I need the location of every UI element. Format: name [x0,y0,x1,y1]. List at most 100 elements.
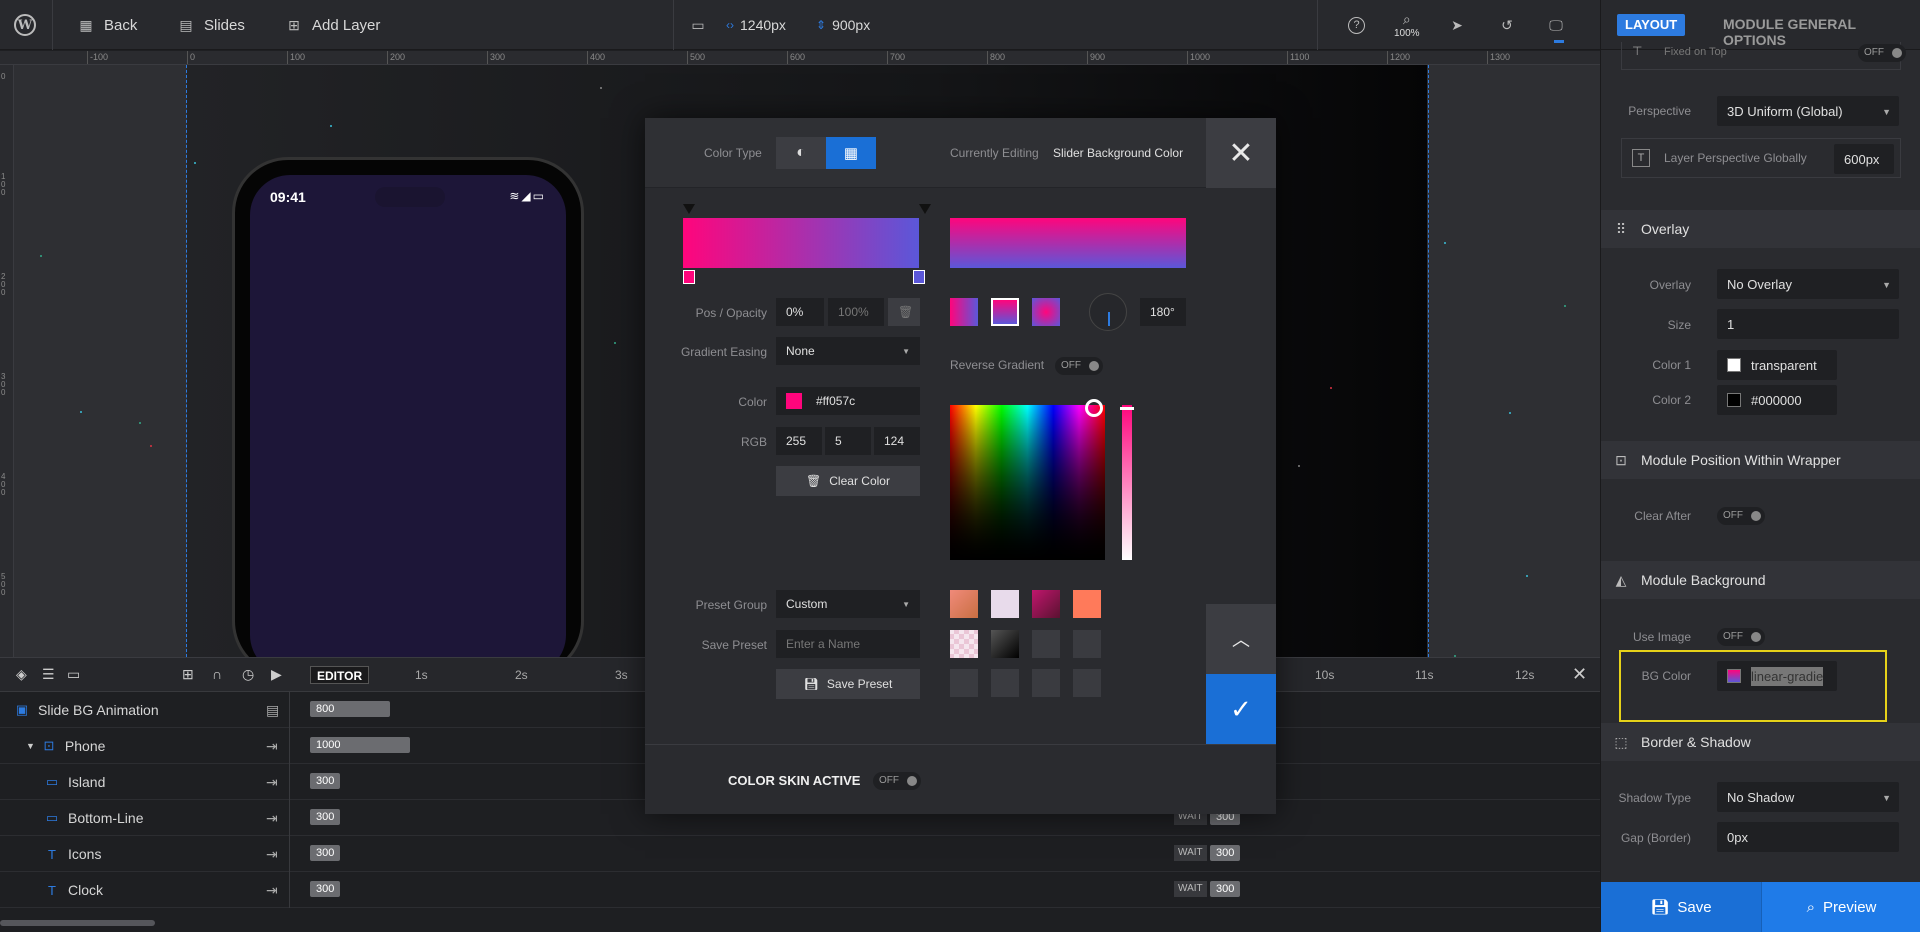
timeline-end-bar[interactable]: 300 [1210,881,1240,897]
device-desktop-button[interactable]: ▭ [690,0,706,50]
canvas-height-field[interactable]: ⇕ 900px [816,0,870,50]
save-button[interactable]: 💾︎ Save [1601,882,1761,932]
gradient-stop-top-right[interactable] [919,204,931,214]
timeline-bar[interactable]: 300 [310,845,340,861]
border-section-header[interactable]: ⬚ Border & Shadow [1601,723,1920,761]
list-icon[interactable]: ☰ [42,666,55,683]
zoom-button[interactable]: ⌕ 100% [1394,0,1420,50]
angle-input[interactable]: 180° [1140,298,1186,326]
timer-icon[interactable]: ◷ [242,666,254,683]
preset-swatch-empty[interactable] [950,669,978,697]
overlay-select[interactable]: No Overlay ▼ [1717,269,1899,299]
preset-swatch-empty[interactable] [1032,669,1060,697]
image-type-icon: ▤ [266,701,280,718]
color-spectrum[interactable] [950,399,1105,560]
color1-field[interactable]: transparent [1717,350,1837,380]
add-layer-button[interactable]: ⊞ Add Layer [286,0,380,50]
gradient-stop-top-left[interactable] [683,204,695,214]
color2-field[interactable]: #000000 [1717,385,1837,415]
gradient-direction-vertical[interactable] [991,298,1019,326]
red-input[interactable]: 255 [776,427,822,455]
preset-swatch[interactable] [1032,590,1060,618]
timeline-bar[interactable]: 300 [310,809,340,825]
color-skin-toggle[interactable]: OFF [873,772,921,790]
size-input[interactable]: 1 [1717,309,1899,339]
timeline-bar[interactable]: 1000 [310,737,410,753]
clear-after-toggle[interactable]: OFF [1717,507,1765,525]
preset-swatch[interactable] [991,630,1019,658]
select-tool-button[interactable]: ➤ [1449,0,1465,50]
play-icon[interactable]: ▶ [271,666,282,683]
gradient-stop-start[interactable] [683,270,695,284]
expand-button[interactable]: ︿ [1206,604,1276,674]
preset-swatch[interactable] [1073,590,1101,618]
magnet-icon[interactable]: ∩ [212,666,222,682]
preset-name-input[interactable]: Enter a Name [776,630,920,658]
preset-swatch[interactable] [950,590,978,618]
opacity-slider[interactable] [1120,405,1134,560]
slides-button[interactable]: ▤ Slides [178,0,244,50]
bg-color-field[interactable]: linear-gradie [1717,661,1837,691]
save-preset-button[interactable]: 💾︎ Save Preset [776,669,920,699]
gradient-color-tab[interactable]: ▦ [826,137,876,169]
grid-snap-icon[interactable]: ⊞ [182,666,194,683]
close-button[interactable]: ✕ [1206,118,1276,188]
solid-color-tab[interactable]: ◐ [776,137,826,169]
timeline-row[interactable]: T Clock ⇥ 300 WAIT 300 [0,872,1600,908]
layer-arrow-icon: ⇥ [266,737,278,754]
hex-color-input[interactable]: #ff057c [776,387,920,415]
undo-button[interactable]: ↺ [1499,0,1515,50]
timeline-end-bar[interactable]: 300 [1210,845,1240,861]
background-section-header[interactable]: ◭ Module Background [1601,561,1920,599]
preset-swatch[interactable] [950,630,978,658]
timeline-row[interactable]: T Icons ⇥ 300 WAIT 300 [0,836,1600,872]
clear-color-button[interactable]: 🗑︎ Clear Color [776,466,920,496]
preset-swatch-empty[interactable] [991,669,1019,697]
preset-swatch-empty[interactable] [1073,630,1101,658]
position-input[interactable]: 0% [776,298,824,326]
gap-input[interactable]: 0px [1717,822,1899,852]
reverse-gradient-toggle[interactable]: OFF [1055,357,1103,375]
canvas-width-field[interactable]: ‹› 1240px [726,0,786,50]
overlay-section-header[interactable]: ⠿ Overlay [1601,210,1920,248]
preset-swatch-empty[interactable] [1032,630,1060,658]
shadow-type-select[interactable]: No Shadow ▼ [1717,782,1899,812]
gradient-easing-select[interactable]: None ▼ [776,337,920,365]
fixed-on-top-toggle[interactable]: OFF [1858,44,1906,62]
position-section-header[interactable]: ⊡ Module Position Within Wrapper [1601,441,1920,479]
timeline-close-icon[interactable]: ✕ [1572,664,1587,685]
help-button[interactable]: ? [1348,0,1365,50]
apply-button[interactable]: ✓ [1206,674,1276,744]
layout-tab[interactable]: LAYOUT [1617,14,1686,36]
opacity-handle[interactable] [1120,407,1134,410]
use-image-toggle[interactable]: OFF [1717,628,1765,646]
timeline-bar[interactable]: 300 [310,881,340,897]
green-input[interactable]: 5 [825,427,871,455]
gradient-direction-radial[interactable] [1032,298,1060,326]
folder-icon[interactable]: ▭ [67,666,80,683]
perspective-select[interactable]: 3D Uniform (Global) ▼ [1717,96,1899,126]
ruler-tick-label: 800 [987,51,1005,64]
preset-group-select[interactable]: Custom ▼ [776,590,920,618]
horizontal-scrollbar[interactable] [0,920,155,926]
phone-layer[interactable]: 09:41 ≋◢▭ [232,157,584,657]
preset-swatch-empty[interactable] [1073,669,1101,697]
preset-swatch[interactable] [991,590,1019,618]
gradient-direction-horizontal[interactable] [950,298,978,326]
layers-icon[interactable]: ◈ [16,666,27,683]
opacity-input[interactable]: 100% [828,298,884,326]
back-button[interactable]: ▦ Back [78,0,137,50]
gradient-stop-end[interactable] [913,270,925,284]
spectrum-handle[interactable] [1085,399,1103,417]
blue-input[interactable]: 124 [874,427,920,455]
angle-dial[interactable] [1089,293,1127,331]
layer-perspective-input[interactable]: 600px [1834,144,1894,174]
preview-button[interactable]: ⌕ Preview [1761,882,1920,932]
timeline-bar[interactable]: 300 [310,773,340,789]
collapse-caret-icon[interactable]: ▼ [26,741,35,751]
delete-stop-button[interactable]: 🗑︎ [888,298,920,326]
editor-tab[interactable]: EDITOR [310,666,370,684]
gradient-bar[interactable] [683,218,919,268]
timeline-bar[interactable]: 800 [310,701,390,717]
wordpress-button[interactable]: W [14,0,36,50]
